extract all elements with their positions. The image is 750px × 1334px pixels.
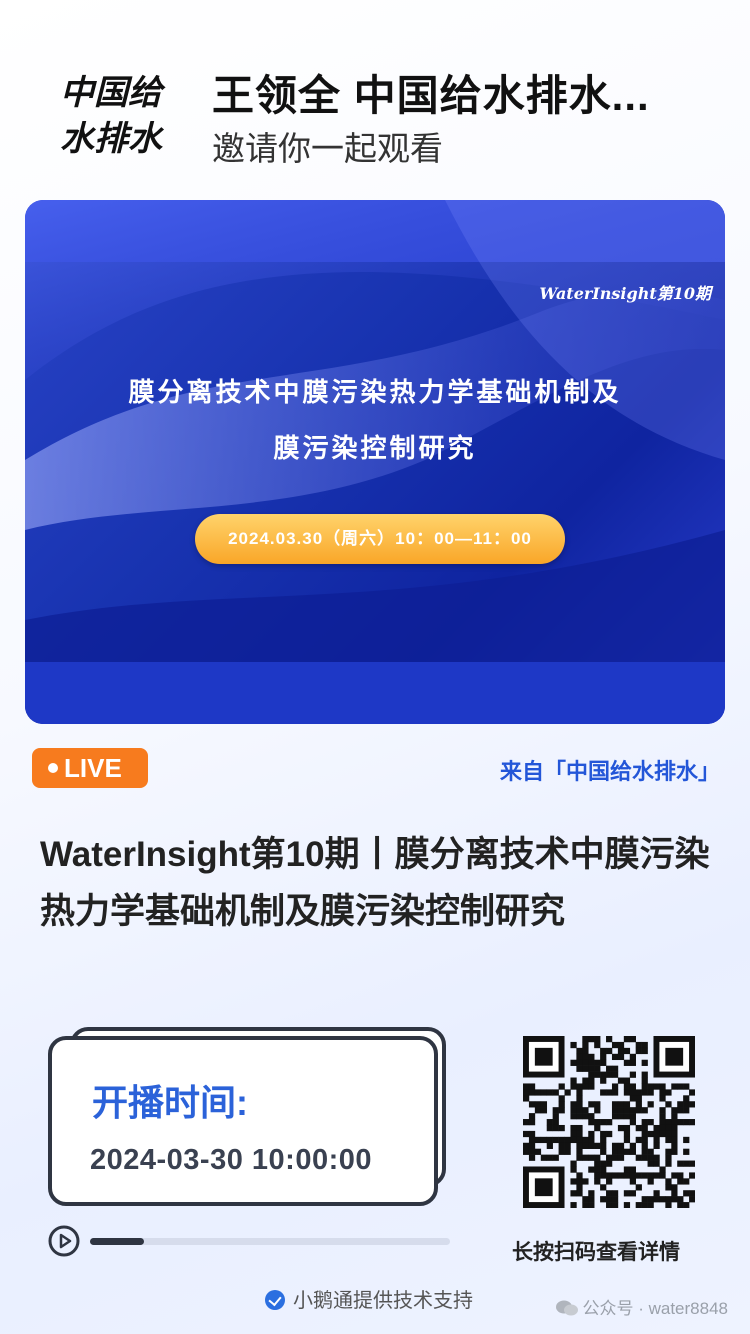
series-tag: WaterInsight第10期 — [539, 284, 711, 303]
progress-bar[interactable] — [90, 1238, 450, 1245]
tech-support-text: 小鹅通提供技术支持 — [265, 1284, 473, 1313]
progress-fill — [90, 1238, 144, 1245]
invite-text: 邀请你一起观看 — [212, 130, 443, 167]
event-title: WaterInsight第10期丨膜分离技术中膜污染热力学基础机制及膜污染控制研… — [40, 835, 710, 931]
qr-caption: 长按扫码查看详情 — [512, 1241, 680, 1264]
watermark: 公众号 · water8848 — [555, 1294, 729, 1319]
play-icon[interactable] — [48, 1225, 80, 1257]
tech-support-label: 小鹅通提供技术支持 — [293, 1290, 473, 1312]
brand-logo-icon: 中国给 水排水 — [60, 73, 166, 159]
watermark-label: 公众号 · water8848 — [582, 1299, 729, 1318]
header: 中国给 水排水 王领全 中国给水排水... 邀请你一起观看 — [0, 0, 750, 190]
live-badge-label: LIVE — [64, 753, 122, 783]
checkmark-icon — [265, 1290, 285, 1310]
live-cover-banner[interactable]: WaterInsight第10期 膜分离技术中膜污染热力学基础机制及 膜污染控制… — [25, 200, 725, 724]
svg-text:水排水: 水排水 — [60, 119, 165, 159]
host-name: 王领全 中国给水排水... — [212, 72, 650, 119]
start-time-card: 开播时间: 2024-03-30 10:00:00 — [48, 1036, 438, 1206]
qr-code[interactable] — [523, 1036, 695, 1208]
banner-title-line2: 膜污染控制研究 — [273, 434, 477, 464]
live-dot-icon — [48, 763, 58, 773]
banner-date-pill: 2024.03.30（周六）10：00—11：00 — [195, 514, 565, 564]
banner-title-line1: 膜分离技术中膜污染热力学基础机制及 — [128, 378, 622, 408]
svg-text:中国给: 中国给 — [60, 73, 166, 113]
start-time-value: 2024-03-30 10:00:00 — [90, 1144, 372, 1176]
live-badge: LIVE — [32, 748, 148, 788]
wechat-icon — [555, 1300, 578, 1316]
source-link[interactable]: 来自「中国给水排水」 — [500, 754, 720, 786]
start-time-label: 开播时间: — [92, 1082, 248, 1123]
